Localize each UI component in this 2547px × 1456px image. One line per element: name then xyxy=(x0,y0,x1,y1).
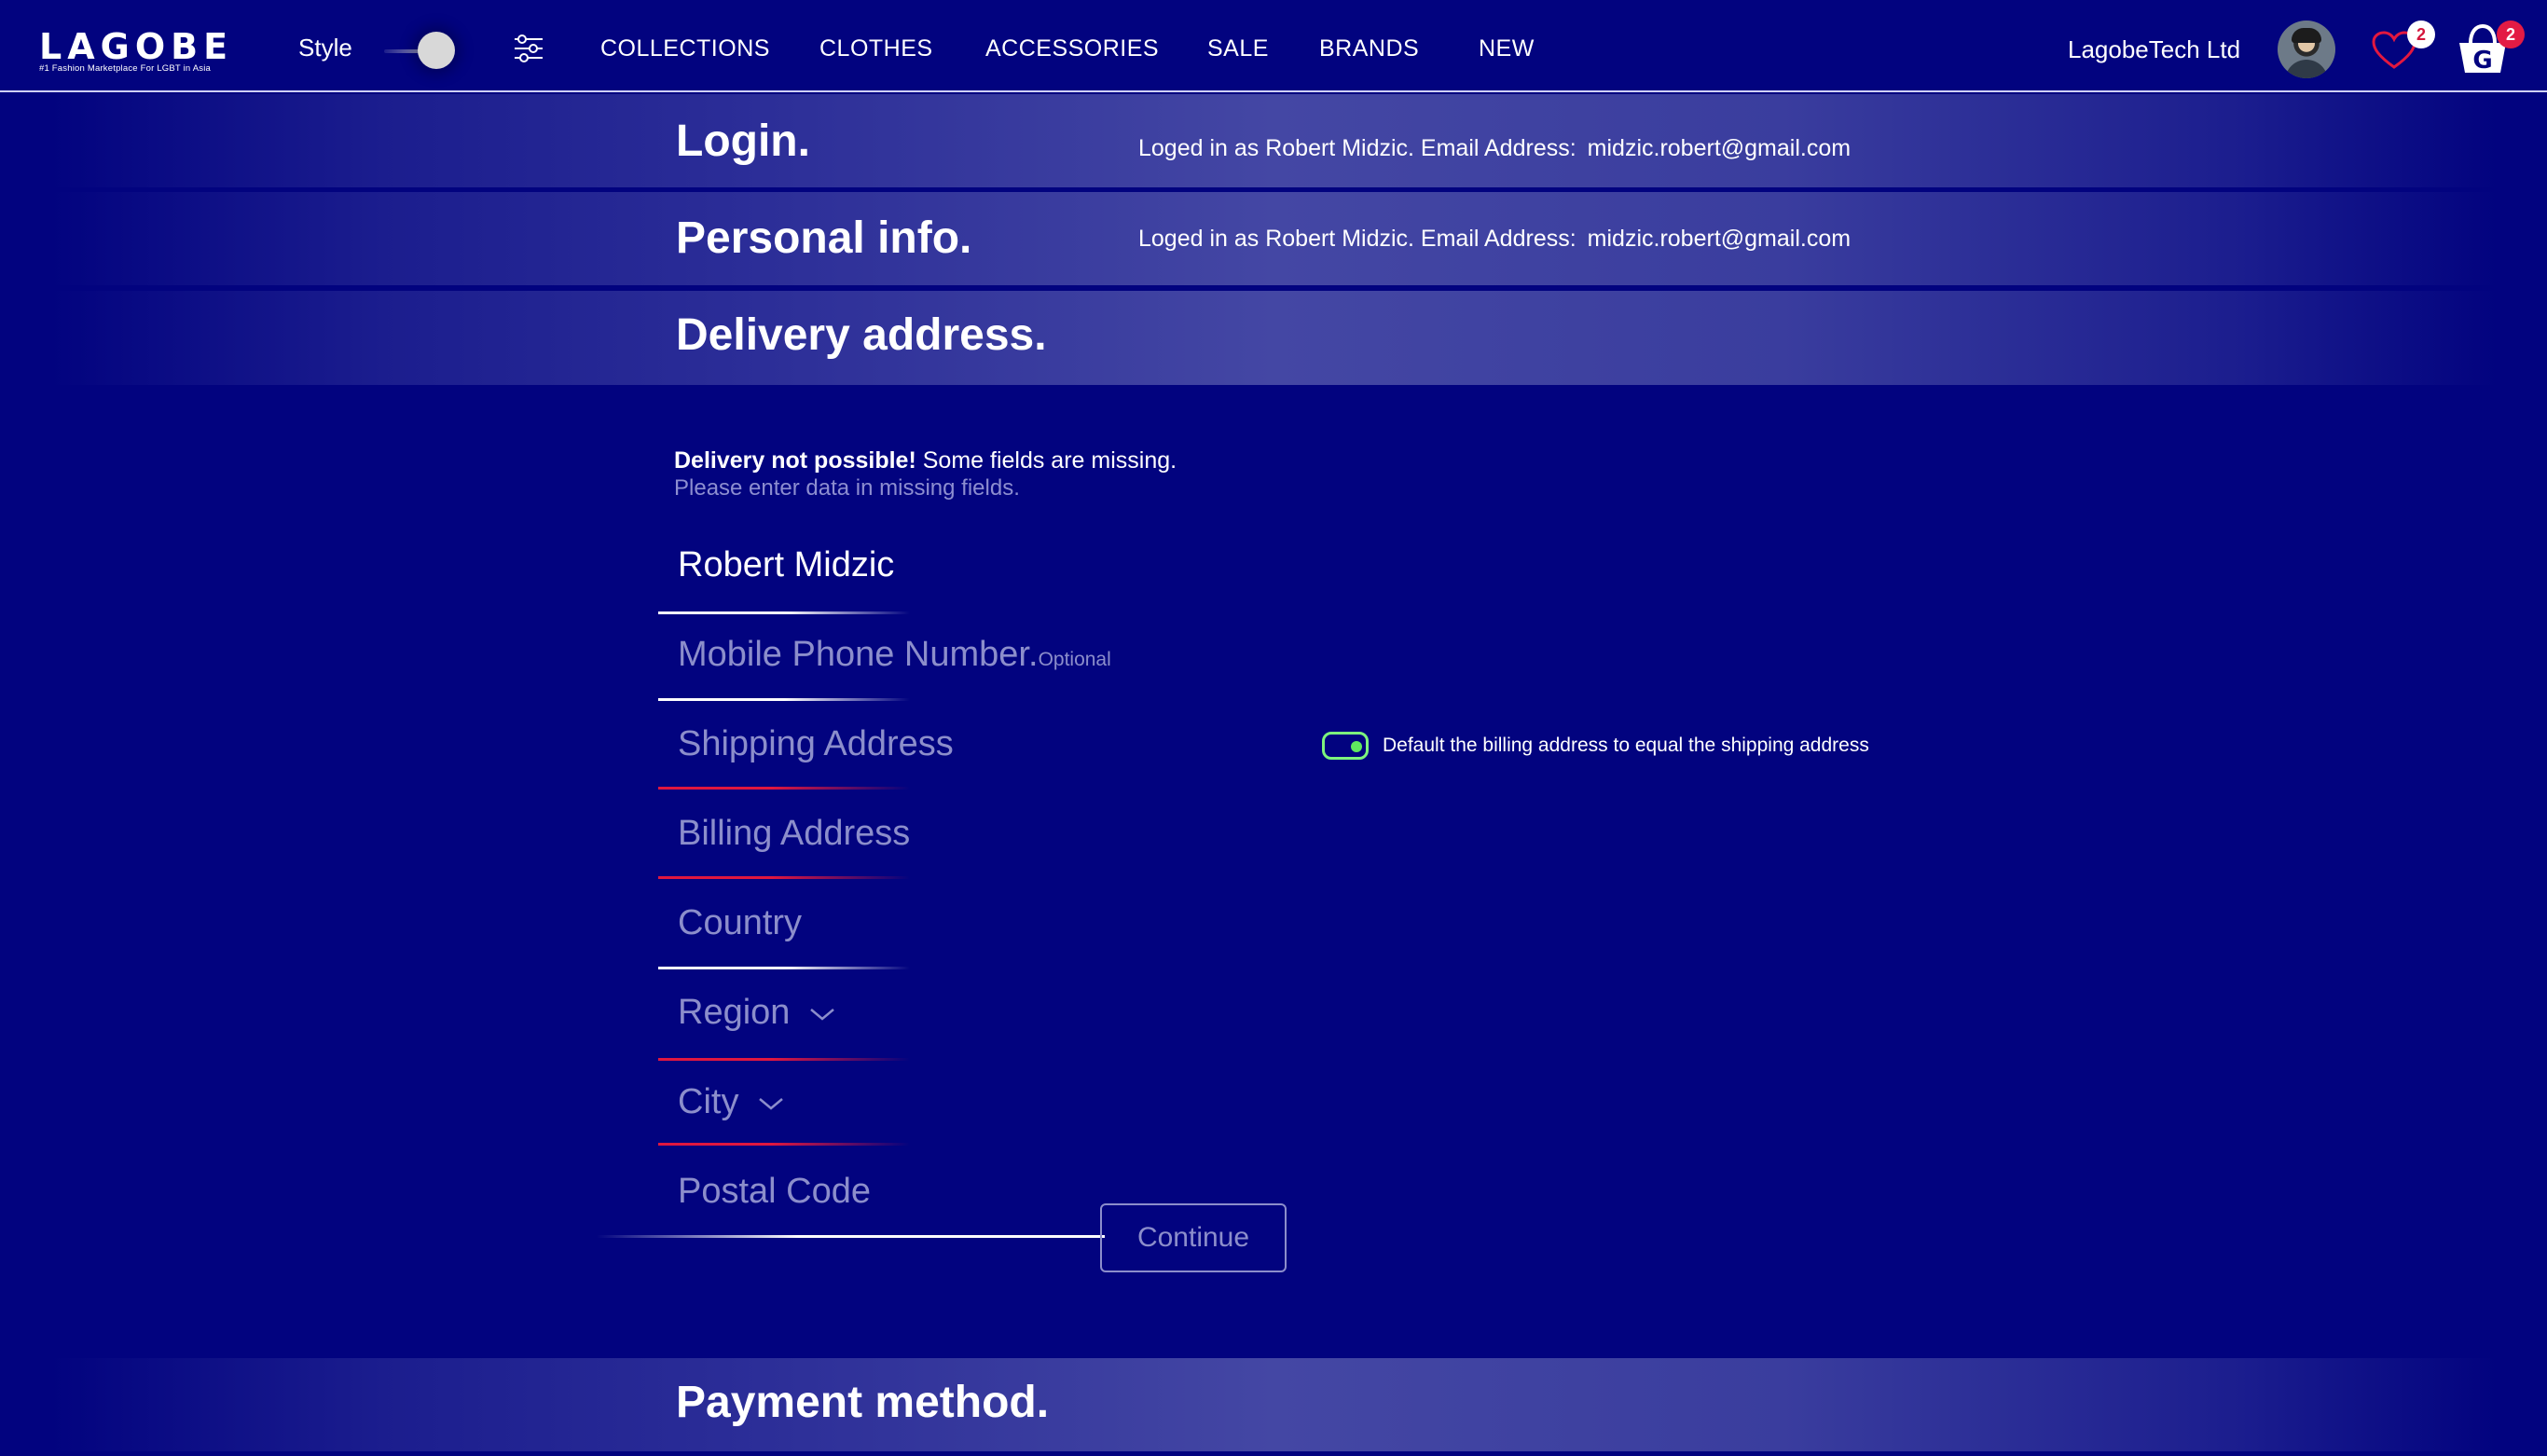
mobile-phone-underline xyxy=(658,698,910,701)
avatar-hair xyxy=(2292,28,2321,43)
top-navbar: LAGOBE #1 Fashion Marketplace For LGBT i… xyxy=(0,0,2547,92)
postal-code-underline xyxy=(597,1235,1105,1238)
nav-brands[interactable]: BRANDS xyxy=(1319,35,1419,62)
company-name[interactable]: LagobeTech Ltd xyxy=(2068,35,2240,64)
nav-sale[interactable]: SALE xyxy=(1207,35,1269,62)
region-dropdown[interactable]: Region xyxy=(658,993,919,1078)
checkout-page: LAGOBE #1 Fashion Marketplace For LGBT i… xyxy=(0,0,2547,1456)
svg-text:G: G xyxy=(2472,47,2492,75)
billing-address-error-underline xyxy=(658,876,910,879)
continue-button[interactable]: Continue xyxy=(1100,1203,1287,1272)
billing-address-field[interactable]: Billing Address xyxy=(658,814,919,900)
delivery-warning: Delivery not possible! Some fields are m… xyxy=(674,447,1177,474)
country-underline xyxy=(658,967,910,969)
city-error-underline xyxy=(658,1143,910,1146)
shipping-address-field[interactable]: Shipping Address xyxy=(658,724,954,810)
personal-info-text: Loged in as Robert Midzic. Email Address… xyxy=(1138,226,1576,252)
login-section-info: Loged in as Robert Midzic. Email Address… xyxy=(1138,135,1851,162)
city-label: City xyxy=(678,1082,739,1121)
postal-code-placeholder[interactable]: Postal Code xyxy=(678,1172,871,1212)
wishlist-count-badge: 2 xyxy=(2407,21,2435,48)
style-slider-toggle[interactable] xyxy=(384,28,455,75)
nav-accessories[interactable]: ACCESSORIES xyxy=(985,35,1159,62)
login-section-title: Login. xyxy=(676,117,810,166)
delivery-warning-text: Some fields are missing. xyxy=(916,447,1177,474)
mobile-phone-optional-tag: Optional xyxy=(1038,649,1111,670)
login-info-text: Loged in as Robert Midzic. Email Address… xyxy=(1138,135,1576,161)
shipping-address-error-underline xyxy=(658,787,910,790)
cart-count-badge: 2 xyxy=(2497,21,2525,48)
delivery-address-section-bar[interactable]: Delivery address. xyxy=(0,291,2547,385)
style-label: Style xyxy=(298,34,352,62)
delivery-address-section-title: Delivery address. xyxy=(676,310,1047,360)
billing-equals-shipping-label[interactable]: Default the billing address to equal the… xyxy=(1383,735,1869,757)
nav-new[interactable]: NEW xyxy=(1479,35,1535,62)
logo-tagline: #1 Fashion Marketplace For LGBT in Asia xyxy=(39,63,211,74)
user-avatar[interactable] xyxy=(2278,21,2335,78)
nav-collections[interactable]: COLLECTIONS xyxy=(600,35,770,62)
login-section-bar[interactable]: Login. Loged in as Robert Midzic. Email … xyxy=(0,94,2547,187)
billing-equals-shipping-toggle[interactable] xyxy=(1322,732,1369,760)
delivery-warning-bold: Delivery not possible! xyxy=(674,447,916,474)
style-slider-knob[interactable] xyxy=(418,32,455,69)
postal-code-field[interactable]: Postal Code xyxy=(658,1172,919,1257)
country-placeholder[interactable]: Country xyxy=(678,903,802,943)
personal-info-email: midzic.robert@gmail.com xyxy=(1587,226,1852,252)
logo-wordmark: LAGOBE xyxy=(39,26,234,67)
mobile-phone-field[interactable]: Mobile Phone Number.Optional xyxy=(658,635,1180,721)
region-placeholder[interactable]: Region xyxy=(678,993,835,1033)
city-dropdown[interactable]: City xyxy=(658,1082,919,1168)
full-name-field[interactable]: Robert Midzic xyxy=(658,545,919,631)
delivery-warning-subtext: Please enter data in missing fields. xyxy=(674,475,1020,501)
payment-method-section-bar[interactable]: Payment method. xyxy=(0,1358,2547,1451)
region-chevron-down-icon[interactable] xyxy=(809,1007,835,1022)
personal-info-section-info: Loged in as Robert Midzic. Email Address… xyxy=(1138,226,1851,253)
region-label: Region xyxy=(678,993,791,1032)
mobile-phone-label: Mobile Phone Number. xyxy=(678,635,1039,674)
city-placeholder[interactable]: City xyxy=(678,1082,784,1122)
shipping-address-placeholder[interactable]: Shipping Address xyxy=(678,724,954,764)
nav-clothes[interactable]: CLOTHES xyxy=(819,35,933,62)
city-chevron-down-icon[interactable] xyxy=(758,1096,784,1111)
country-field[interactable]: Country xyxy=(658,903,919,989)
full-name-value[interactable]: Robert Midzic xyxy=(678,545,894,585)
mobile-phone-placeholder[interactable]: Mobile Phone Number.Optional xyxy=(678,635,1111,675)
full-name-underline xyxy=(658,611,910,614)
avatar-body xyxy=(2285,60,2328,78)
filter-sliders-icon[interactable] xyxy=(513,34,544,63)
personal-info-section-bar[interactable]: Personal info. Loged in as Robert Midzic… xyxy=(0,192,2547,285)
login-email: midzic.robert@gmail.com xyxy=(1587,135,1852,161)
billing-address-placeholder[interactable]: Billing Address xyxy=(678,814,910,854)
billing-toggle-indicator xyxy=(1351,741,1362,752)
region-error-underline xyxy=(658,1058,910,1061)
lagobe-logo[interactable]: LAGOBE #1 Fashion Marketplace For LGBT i… xyxy=(39,19,235,75)
payment-method-section-title: Payment method. xyxy=(676,1378,1050,1427)
personal-info-section-title: Personal info. xyxy=(676,213,972,263)
